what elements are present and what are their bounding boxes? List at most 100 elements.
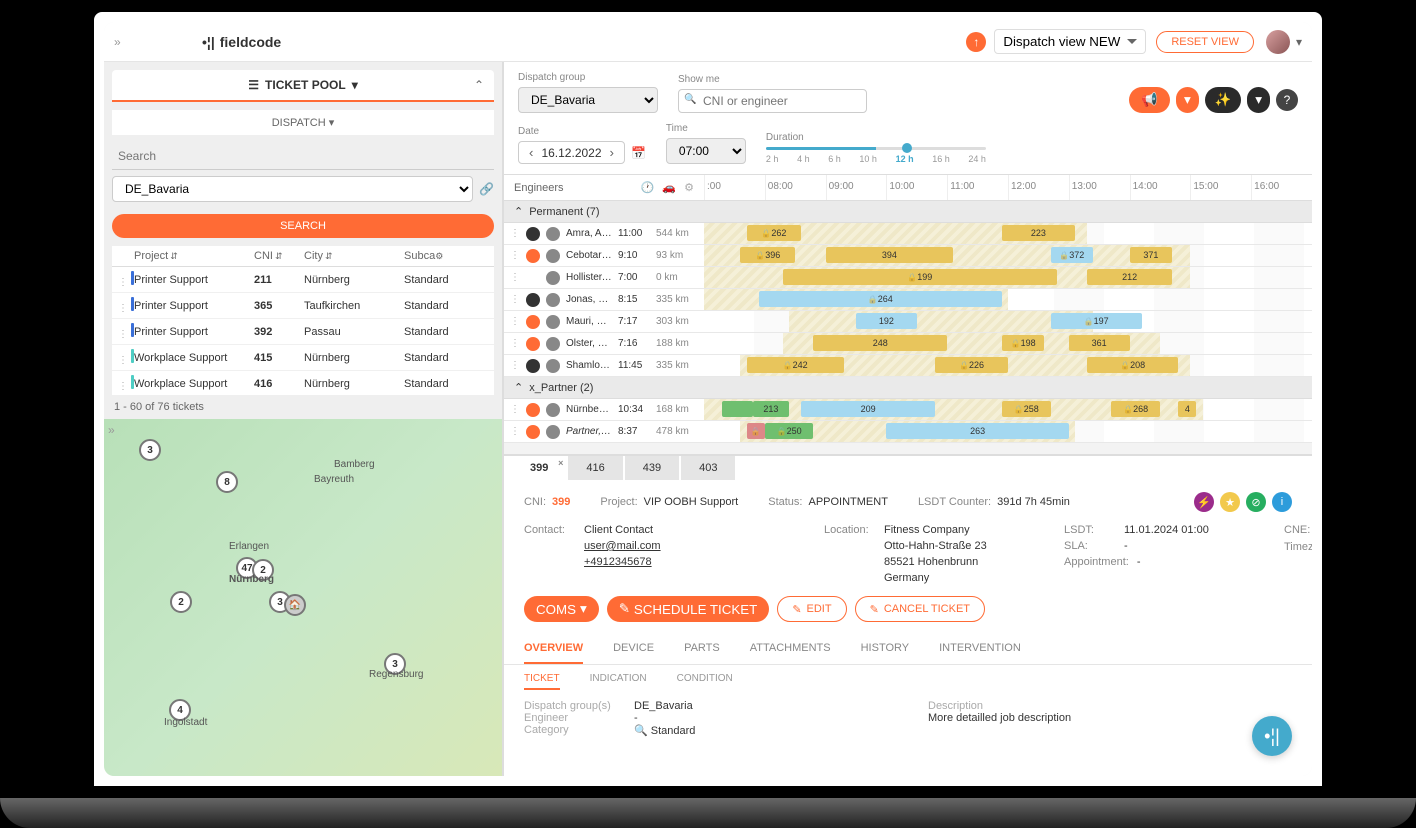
timeline-group[interactable]: ⌃x_Partner (2) — [504, 377, 1312, 399]
timeline-bar[interactable]: 212 — [1087, 269, 1172, 285]
view-select[interactable]: Dispatch view NEW — [994, 29, 1146, 54]
detail-tab[interactable]: INTERVENTION — [939, 634, 1021, 664]
chat-fab[interactable]: •¦| — [1252, 716, 1292, 756]
region-select[interactable]: DE_Bavaria — [112, 176, 473, 202]
detail-tab[interactable]: PARTS — [684, 634, 720, 664]
optimize-button[interactable]: ✨ — [1205, 87, 1242, 113]
duration-slider[interactable] — [766, 147, 986, 150]
ticket-tab[interactable]: 439 — [625, 456, 679, 480]
coms-button[interactable]: COMS ▾ — [524, 596, 599, 622]
timeline-bar[interactable]: 🔒264 — [759, 291, 1002, 307]
engineer-row[interactable]: ⋮Nürnberg, Ve...10:34168 km213209🔒258🔒26… — [504, 399, 1312, 421]
timeline-group[interactable]: ⌃Permanent (7) — [504, 201, 1312, 223]
date-next[interactable]: › — [606, 145, 618, 160]
col-subcat[interactable]: Subca — [404, 250, 435, 262]
status-dot[interactable]: ⊘ — [1246, 492, 1266, 512]
engineer-row[interactable]: ⋮Partner, Van...8:37478 km🔒🔒250263 — [504, 421, 1312, 443]
clock-icon[interactable]: 🕐 — [641, 181, 655, 194]
engineer-row[interactable]: ⋮Cebotare, Vita9:1093 km🔒396394🔒372371 — [504, 245, 1312, 267]
ticket-row[interactable]: ⋮ Printer Support392PassauStandard — [112, 319, 494, 345]
ticket-row[interactable]: ⋮ Printer Support211NürnbergStandard — [112, 267, 494, 293]
upload-icon[interactable]: ↑ — [966, 32, 986, 52]
ticket-tab[interactable]: 416 — [568, 456, 622, 480]
timeline-bar[interactable]: 🔒396 — [740, 247, 795, 263]
timeline-bar[interactable]: 263 — [886, 423, 1068, 439]
engineer-row[interactable]: ⋮Olster, Oliver7:16188 km248🔒198361 — [504, 333, 1312, 355]
ticket-row[interactable]: ⋮ Workplace Support416NürnbergStandard — [112, 371, 494, 395]
detail-subtab[interactable]: TICKET — [524, 673, 560, 690]
timeline-bar[interactable]: 361 — [1069, 335, 1130, 351]
contact-phone[interactable]: +4912345678 — [584, 556, 652, 568]
engineer-row[interactable]: ⋮Amra, Anton11:00544 km🔒262223 — [504, 223, 1312, 245]
dispatch-group-select[interactable]: DE_Bavaria — [518, 87, 658, 113]
timeline-bar[interactable]: 🔒198 — [1002, 335, 1045, 351]
detail-tab[interactable]: HISTORY — [861, 634, 910, 664]
showme-input[interactable] — [678, 89, 867, 113]
ticket-tab[interactable]: 403 — [681, 456, 735, 480]
timeline-bar[interactable]: 🔒208 — [1087, 357, 1178, 373]
engineer-row[interactable]: ⋮Shamlou, So...11:45335 km🔒242🔒226🔒208 — [504, 355, 1312, 377]
ticket-tab[interactable]: 399× — [512, 456, 566, 480]
timeline-bar[interactable]: 🔒268 — [1111, 401, 1160, 417]
calendar-icon[interactable]: 📅 — [631, 146, 646, 160]
user-menu-caret[interactable]: ▾ — [1296, 35, 1302, 49]
engineer-row[interactable]: ⋮Jonas, Jens8:15335 km🔒264 — [504, 289, 1312, 311]
ticket-search-input[interactable] — [112, 143, 494, 170]
date-prev[interactable]: ‹ — [525, 145, 537, 160]
detail-subtab[interactable]: CONDITION — [677, 673, 733, 690]
timeline-bar[interactable]: 209 — [801, 401, 935, 417]
engineer-row[interactable]: ⋮Hollister, Han...7:000 km🔒199212 — [504, 267, 1312, 289]
timeline-bar[interactable]: 🔒242 — [747, 357, 844, 373]
filter-icon[interactable]: ⚙ — [684, 181, 694, 194]
car-icon[interactable]: 🚗 — [662, 181, 676, 194]
timeline-bar[interactable] — [722, 401, 752, 417]
timeline-bar[interactable]: 🔒262 — [747, 225, 802, 241]
detail-subtab[interactable]: INDICATION — [590, 673, 647, 690]
cancel-ticket-button[interactable]: ✎ CANCEL TICKET — [855, 596, 985, 622]
ticket-row[interactable]: ⋮ Printer Support365TaufkirchenStandard — [112, 293, 494, 319]
close-tab-icon[interactable]: × — [558, 458, 563, 468]
timeline-bar[interactable]: 🔒258 — [1002, 401, 1051, 417]
detail-tab[interactable]: ATTACHMENTS — [750, 634, 831, 664]
col-city[interactable]: City — [304, 250, 323, 262]
timeline-bar[interactable]: 192 — [856, 313, 917, 329]
status-dot[interactable]: ★ — [1220, 492, 1240, 512]
search-button[interactable]: SEARCH — [112, 214, 494, 238]
timeline-bar[interactable]: 4 — [1178, 401, 1196, 417]
col-cni[interactable]: CNI — [254, 250, 273, 262]
dispatch-mode[interactable]: DISPATCH ▾ — [112, 110, 494, 135]
timeline-bar[interactable]: 213 — [753, 401, 789, 417]
ticket-row[interactable]: ⋮ Workplace Support415NürnbergStandard — [112, 345, 494, 371]
ticket-pool-header[interactable]: ☰ TICKET POOL ▾ ⌃ — [112, 70, 494, 102]
map[interactable]: » 3 8 47 2 2 3 3 4 🏠 Erlangen Nürnberg B… — [104, 419, 502, 776]
edit-button[interactable]: ✎ EDIT — [777, 596, 846, 622]
timeline-bar[interactable]: 371 — [1130, 247, 1173, 263]
engineer-row[interactable]: ⋮Mauri, Myra7:17303 km192🔒197 — [504, 311, 1312, 333]
announce-button[interactable]: 📢 — [1129, 87, 1170, 113]
announce-dropdown[interactable]: ▾ — [1176, 87, 1199, 113]
detail-tab[interactable]: OVERVIEW — [524, 634, 583, 664]
optimize-dropdown[interactable]: ▾ — [1247, 87, 1270, 113]
time-select[interactable]: 07:00 — [666, 138, 746, 164]
timeline-bar[interactable]: 🔒199 — [783, 269, 1057, 285]
status-dot[interactable]: ⚡ — [1194, 492, 1214, 512]
timeline-bar[interactable]: 223 — [1002, 225, 1075, 241]
reset-view-button[interactable]: RESET VIEW — [1156, 31, 1254, 53]
user-avatar[interactable] — [1266, 30, 1290, 54]
link-icon[interactable]: 🔗 — [479, 182, 494, 196]
date-nav[interactable]: ‹ 16.12.2022 › — [518, 141, 625, 164]
timeline-bar[interactable]: 🔒250 — [765, 423, 814, 439]
timeline-bar[interactable]: 🔒226 — [935, 357, 1008, 373]
timeline-bar[interactable]: 394 — [826, 247, 954, 263]
timeline-bar[interactable]: 🔒197 — [1051, 313, 1142, 329]
timeline-bar[interactable]: 🔒372 — [1051, 247, 1094, 263]
schedule-ticket-button[interactable]: ✎ SCHEDULE TICKET — [607, 596, 770, 622]
timeline-bar[interactable]: 248 — [813, 335, 947, 351]
map-expand-icon[interactable]: » — [108, 423, 115, 437]
col-project[interactable]: Project — [134, 250, 168, 262]
status-dot[interactable]: i — [1272, 492, 1292, 512]
help-icon[interactable]: ? — [1276, 89, 1298, 111]
collapse-icon[interactable]: ⌃ — [474, 78, 484, 92]
detail-tab[interactable]: DEVICE — [613, 634, 654, 664]
expand-sidebar-icon[interactable]: » — [114, 35, 132, 49]
